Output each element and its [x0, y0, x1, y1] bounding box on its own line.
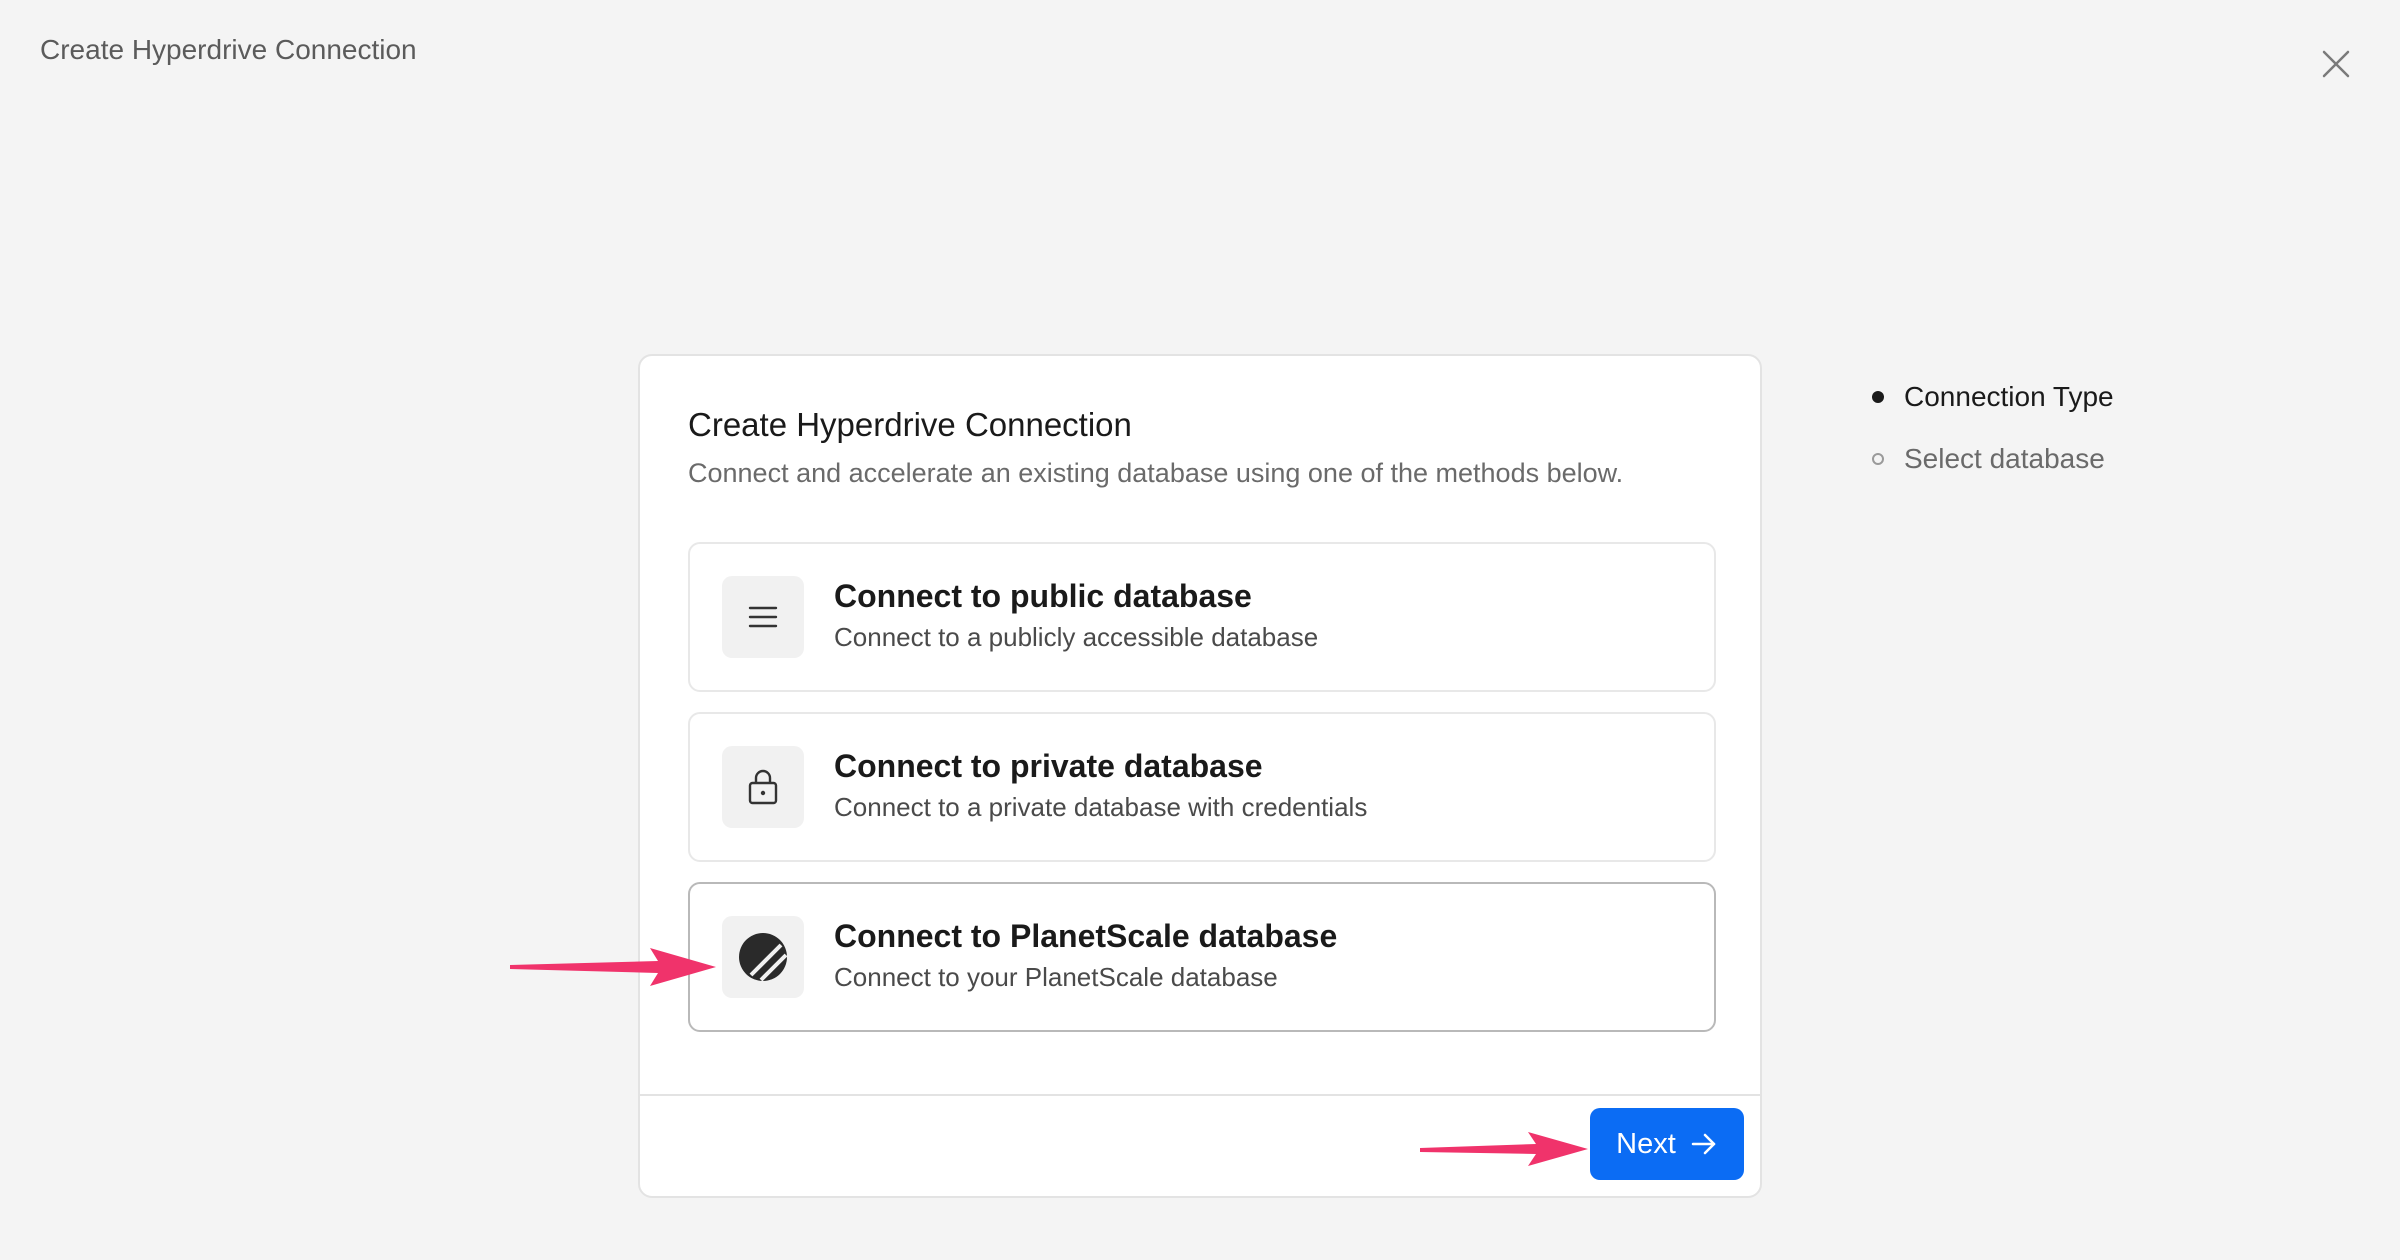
step-select-database: Select database: [1870, 428, 2114, 490]
close-icon[interactable]: [2316, 44, 2356, 84]
arrow-right-icon: [1691, 1133, 1716, 1155]
option-description: Connect to your PlanetScale database: [834, 962, 1278, 992]
step-active-dot: [1872, 391, 1884, 403]
option-description: Connect to a private database with crede…: [834, 792, 1368, 822]
option-private-database[interactable]: Connect to private database Connect to a…: [688, 712, 1716, 862]
list-icon: [722, 576, 804, 658]
annotation-arrow-icon: [1420, 1132, 1588, 1166]
option-title: Connect to public database: [834, 578, 1252, 614]
card-body: Create Hyperdrive Connection Connect and…: [640, 356, 1760, 1096]
option-planetscale-database[interactable]: Connect to PlanetScale database Connect …: [688, 882, 1716, 1032]
card-title: Create Hyperdrive Connection: [688, 406, 1132, 443]
annotation-arrow-icon: [510, 948, 716, 986]
card-description: Connect and accelerate an existing datab…: [688, 458, 1624, 488]
next-label: Next: [1616, 1127, 1676, 1160]
page-title: Create Hyperdrive Connection: [40, 34, 417, 65]
option-public-database[interactable]: Connect to public database Connect to a …: [688, 542, 1716, 692]
step-inactive-dot: [1872, 453, 1884, 465]
planetscale-icon: [722, 916, 804, 998]
create-connection-card: Create Hyperdrive Connection Connect and…: [638, 354, 1762, 1198]
stepper: Connection Type Select database: [1870, 366, 2114, 490]
lock-icon: [722, 746, 804, 828]
option-title: Connect to PlanetScale database: [834, 918, 1338, 954]
next-button[interactable]: Next: [1590, 1108, 1744, 1180]
close-button[interactable]: [2316, 44, 2356, 84]
step-label: Connection Type: [1904, 381, 2114, 412]
option-description: Connect to a publicly accessible databas…: [834, 622, 1319, 652]
option-title: Connect to private database: [834, 748, 1263, 784]
step-connection-type: Connection Type: [1870, 366, 2114, 428]
page: Create Hyperdrive Connection Create Hype…: [0, 0, 2400, 1260]
step-label: Select database: [1904, 443, 2105, 474]
